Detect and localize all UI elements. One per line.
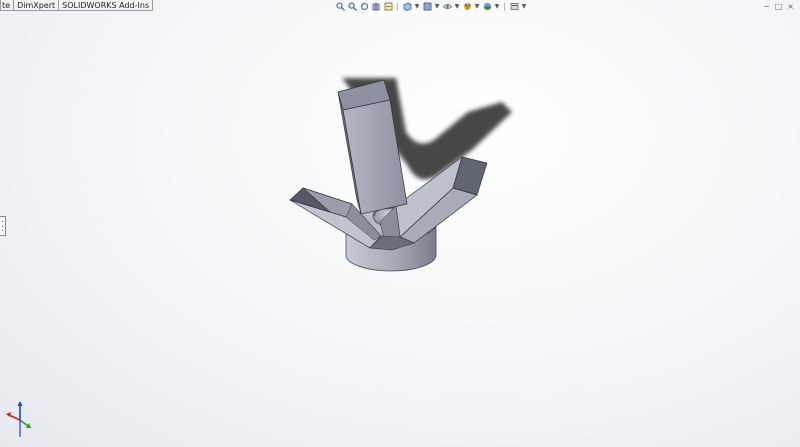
reference-triad [6,401,31,437]
triad-x-axis [8,414,21,421]
triad-z-arrow [17,401,23,406]
graphics-area[interactable] [0,0,800,447]
triad-y-axis [19,419,29,427]
